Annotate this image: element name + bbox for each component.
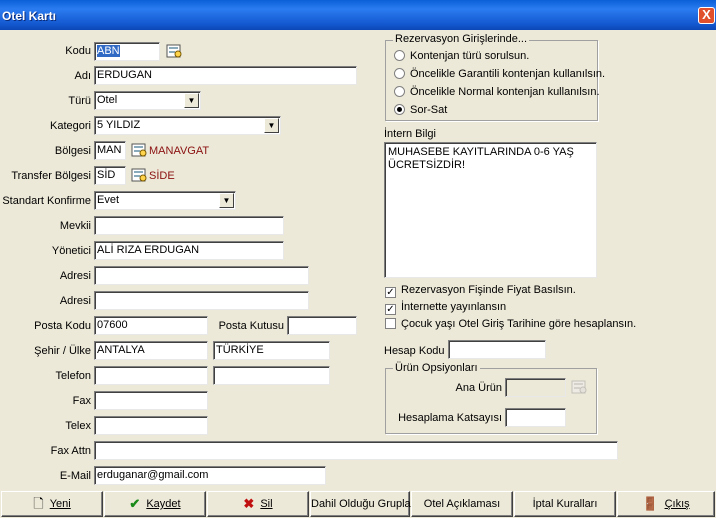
- email-label: E-Mail: [59, 470, 91, 482]
- yonetici-input[interactable]: ALİ RIZA ERDUGAN: [94, 241, 284, 260]
- kategori-label: Kategori: [50, 120, 91, 132]
- checkbox-icon[interactable]: [385, 318, 396, 329]
- yonetici-label: Yönetici: [51, 245, 91, 257]
- yeni-button[interactable]: 🗋 Yeni: [1, 491, 103, 517]
- turu-select[interactable]: Otel ▼: [94, 91, 201, 110]
- chevron-down-icon[interactable]: ▼: [184, 93, 199, 108]
- telex-label: Telex: [65, 420, 91, 432]
- intern-label: İntern Bilgi: [384, 128, 436, 140]
- transfer-input[interactable]: SİD: [94, 166, 126, 185]
- check-internet[interactable]: ✓ İnternette yayınlansın: [385, 301, 506, 315]
- telefon-input-1[interactable]: [94, 366, 208, 385]
- faxattn-label: Fax Attn: [50, 445, 91, 457]
- bolgesi-input[interactable]: MAN: [94, 141, 126, 160]
- faxattn-input[interactable]: [94, 441, 618, 460]
- bolgesi-name: MANAVGAT: [149, 145, 210, 157]
- radio-normal[interactable]: Öncelikle Normal kontenjan kullanılsın.: [394, 86, 600, 98]
- telefon-label: Telefon: [55, 370, 91, 382]
- sil-button[interactable]: ✖ Sil: [207, 491, 309, 517]
- checkbox-checked-icon[interactable]: ✓: [385, 287, 396, 298]
- ana-urun-label: Ana Ürün: [455, 382, 502, 394]
- radio-icon[interactable]: [394, 50, 405, 61]
- telefon-input-2[interactable]: [213, 366, 330, 385]
- radio-kontenjan[interactable]: Kontenjan türü sorulsun.: [394, 50, 529, 62]
- radio-selected-icon[interactable]: [394, 104, 405, 115]
- adres2-label: Adresi: [59, 295, 91, 307]
- lookup-icon[interactable]: [131, 167, 148, 184]
- urun-group-title: Ürün Opsiyonları: [393, 362, 480, 374]
- postakodu-label: Posta Kodu: [34, 320, 91, 332]
- mevkii-input[interactable]: [94, 216, 284, 235]
- postakodu-input[interactable]: 07600: [94, 316, 208, 335]
- kod-input[interactable]: ABN: [94, 42, 160, 61]
- check-cocuk[interactable]: Çocuk yaşı Otel Giriş Tarihine göre hesa…: [385, 318, 636, 330]
- adi-input[interactable]: ERDUGAN: [94, 66, 357, 85]
- transfer-name: SİDE: [149, 170, 175, 182]
- bolgesi-label: Bölgesi: [54, 145, 91, 157]
- close-button[interactable]: X: [698, 7, 715, 24]
- hesap-input[interactable]: [448, 340, 546, 359]
- postakutusu-label: Posta Kutusu: [218, 320, 284, 332]
- radio-garantili[interactable]: Öncelikle Garantili kontenjan kullanılsı…: [394, 68, 605, 80]
- fax-input[interactable]: [94, 391, 208, 410]
- kategori-select[interactable]: 5 YILDIZ ▼: [94, 116, 281, 135]
- check-icon: ✔: [129, 496, 141, 511]
- window-title: Otel Kartı: [2, 9, 57, 23]
- lookup-icon[interactable]: [166, 43, 183, 60]
- katsayi-label: Hesaplama Katsayısı: [398, 412, 502, 424]
- transfer-label: Transfer Bölgesi: [11, 170, 91, 182]
- new-doc-icon: 🗋: [33, 496, 44, 511]
- lookup-icon[interactable]: [131, 142, 148, 159]
- postakutusu-input[interactable]: [287, 316, 357, 335]
- intern-memo[interactable]: MUHASEBE KAYITLARINDA 0-6 YAŞ ÜCRETSİZDİ…: [384, 142, 597, 278]
- iptal-kurallari-button[interactable]: İptal Kuralları: [514, 491, 616, 517]
- fax-label: Fax: [72, 395, 91, 407]
- konfirme-select[interactable]: Evet ▼: [94, 191, 236, 210]
- hesap-label: Hesap Kodu: [384, 345, 445, 357]
- adres1-label: Adresi: [59, 270, 91, 282]
- mevkii-label: Mevkii: [59, 220, 91, 232]
- adres1-input[interactable]: [94, 266, 309, 285]
- turu-label: Türü: [68, 95, 91, 107]
- adres2-input[interactable]: [94, 291, 309, 310]
- chevron-down-icon[interactable]: ▼: [219, 193, 234, 208]
- kaydet-button[interactable]: ✔ Kaydet: [104, 491, 206, 517]
- telex-input[interactable]: [94, 416, 208, 435]
- email-input[interactable]: erduganar@gmail.com: [94, 466, 326, 485]
- check-fiyat[interactable]: ✓ Rezervasyon Fişinde Fiyat Basılsın.: [385, 284, 576, 298]
- konfirme-label: Standart Konfirme: [2, 195, 91, 207]
- radio-icon[interactable]: [394, 86, 405, 97]
- exit-door-icon: 🚪: [642, 496, 659, 511]
- city-input[interactable]: ANTALYA: [94, 341, 208, 360]
- cikis-button[interactable]: 🚪 Çıkış: [617, 491, 715, 517]
- kod-label: Kodu: [65, 45, 91, 57]
- delete-x-icon: ✖: [243, 496, 255, 511]
- katsayi-input[interactable]: [505, 408, 566, 427]
- ana-urun-input[interactable]: [505, 378, 566, 397]
- otel-aciklamasi-button[interactable]: Otel Açıklaması: [411, 491, 513, 517]
- radio-sor-sat[interactable]: Sor-Sat: [394, 104, 447, 116]
- title-bar: Otel Kartı X: [0, 0, 716, 30]
- sehir-label: Şehir / Ülke: [34, 345, 91, 357]
- radio-icon[interactable]: [394, 68, 405, 79]
- country-input[interactable]: TÜRKİYE: [213, 341, 330, 360]
- chevron-down-icon[interactable]: ▼: [264, 118, 279, 133]
- checkbox-checked-icon[interactable]: ✓: [385, 304, 396, 315]
- rezervasyon-group-title: Rezervasyon Girişlerinde...: [393, 33, 530, 45]
- dahil-gruplar-button[interactable]: Dahil Olduğu Gruplar: [310, 491, 414, 517]
- lookup-icon[interactable]: [571, 379, 588, 396]
- adi-label: Adı: [74, 70, 91, 82]
